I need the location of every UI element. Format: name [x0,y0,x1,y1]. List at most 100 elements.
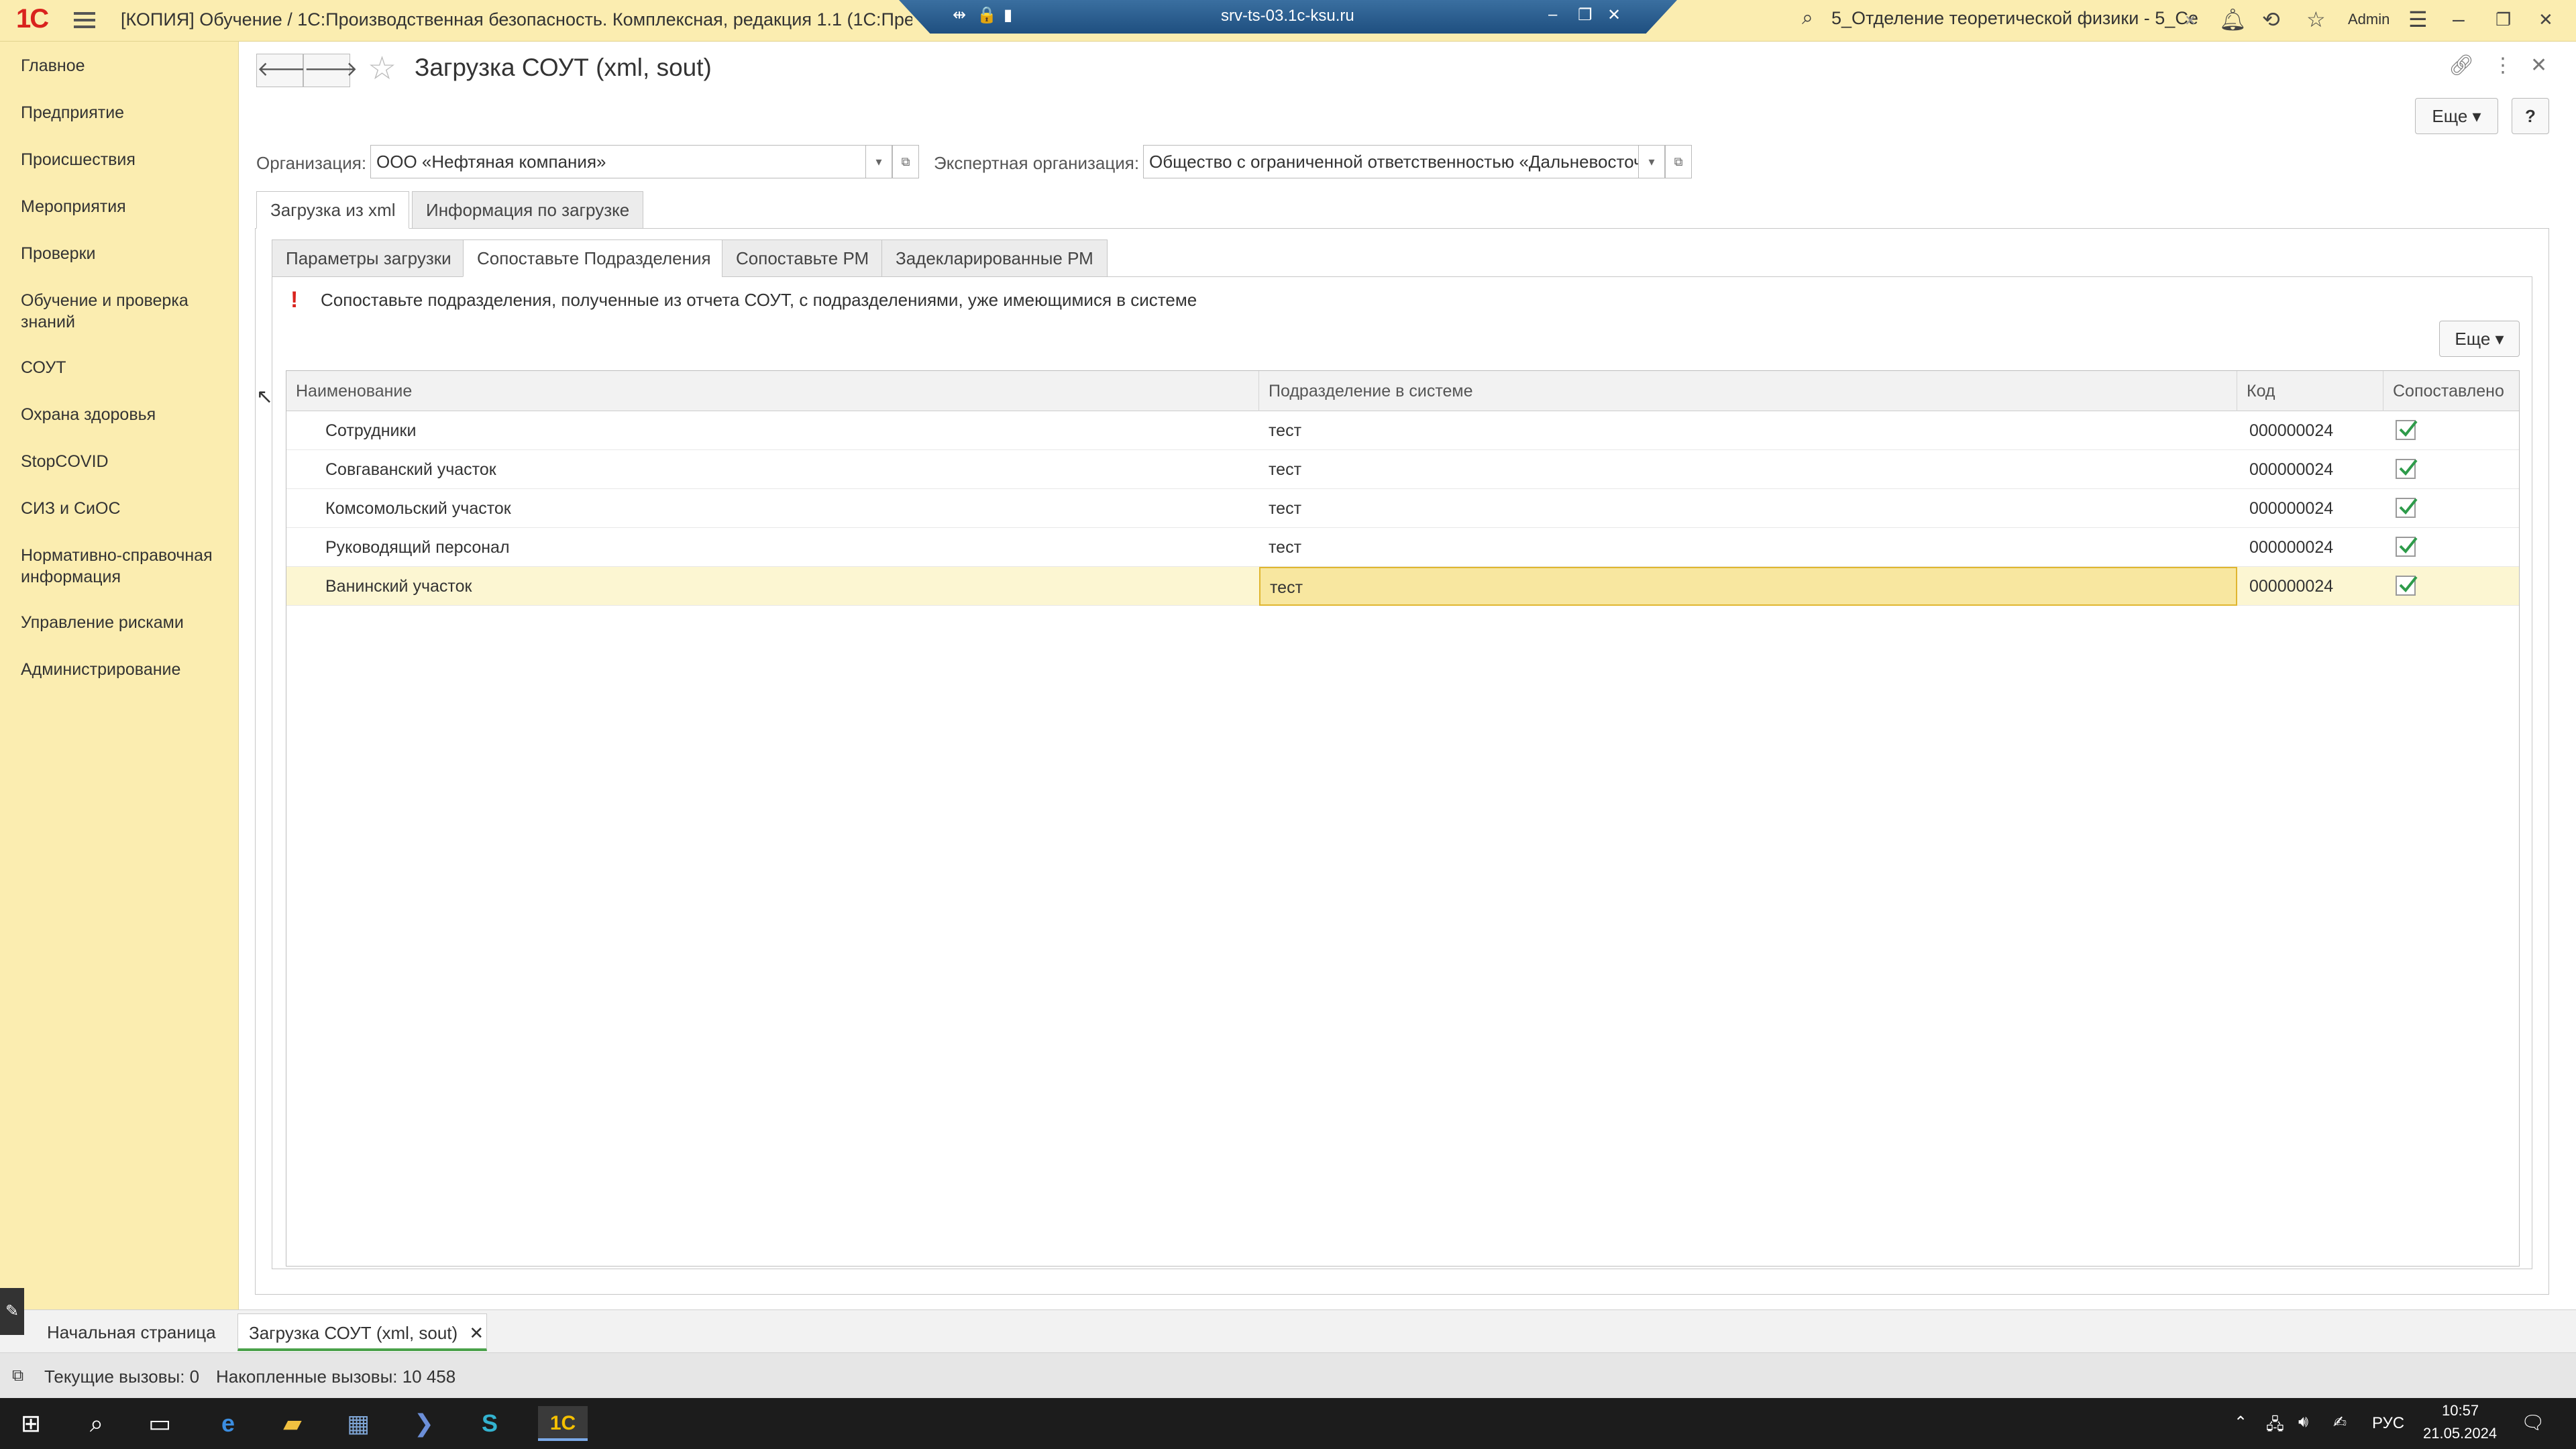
minimize-icon[interactable]: – [1548,5,1557,24]
tab-load-info[interactable]: Информация по загрузке [412,191,644,229]
matched-checkbox[interactable] [2396,420,2418,440]
matched-checkbox[interactable] [2396,459,2418,479]
table-row[interactable]: Комсомольский участок тест 000000024 [286,489,2519,528]
cell-name[interactable]: Сотрудники [325,411,1251,450]
back-button[interactable]: 🡐 [256,54,311,87]
tab-declared-workplaces[interactable]: Задекларированные РМ [881,239,1108,277]
sidebar-item-main[interactable]: Главное [21,55,229,76]
1c-taskbar-icon[interactable]: 1C [538,1406,588,1441]
edit-icon[interactable]: ✎ [0,1288,24,1335]
cell-department[interactable]: тест [1259,528,2237,567]
bottom-tab-close-icon[interactable]: ✕ [469,1323,484,1343]
cell-code[interactable]: 000000024 [2249,450,2377,489]
help-button[interactable]: ? [2512,98,2549,134]
column-header-matched[interactable]: Сопоставлено [2383,371,2519,411]
cell-name[interactable]: Совгаванский участок [325,450,1251,489]
matched-checkbox[interactable] [2396,576,2418,596]
sidebar-item-ppe[interactable]: СИЗ и СиОС [21,498,229,519]
input-language[interactable]: РУС [2372,1414,2404,1433]
org-field[interactable]: ООО «Нефтяная компания» [370,145,867,178]
tab-load-from-xml[interactable]: Загрузка из xml [256,191,410,229]
matched-checkbox[interactable] [2396,498,2418,518]
user-name[interactable]: Admin [2348,11,2390,28]
sidebar-item-training[interactable]: Обучение и проверка знаний [21,290,229,333]
expert-org-field[interactable]: Общество с ограниченной ответственностью… [1143,145,1640,178]
history-icon[interactable]: ⟲ [2262,7,2280,32]
window-minimize-icon[interactable]: – [2453,7,2465,32]
sidebar-item-health[interactable]: Охрана здоровья [21,404,229,425]
cell-name[interactable]: Ванинский участок [325,567,1251,606]
sidebar-item-admin[interactable]: Администрирование [21,659,229,680]
volume-icon[interactable]: 🔊︎ [2298,1413,2308,1432]
bottom-tab-sout-load[interactable]: Загрузка СОУТ (xml, sout) ✕ [237,1313,487,1351]
window-close-icon[interactable]: ✕ [2538,9,2553,30]
cell-department[interactable]: тест [1259,411,2237,450]
org-dropdown-button[interactable]: ▾ [865,145,892,178]
forward-button[interactable]: 🡒 [303,54,358,87]
search-icon[interactable]: ⌕ [1802,7,1813,30]
global-search-input[interactable]: 5_Отделение теоретической физики - 5_Се [1831,8,2207,29]
windows-start-icon[interactable]: ⊞ [13,1406,48,1441]
network-icon[interactable]: 🖧 [2266,1413,2284,1440]
powershell-icon[interactable]: ❯ [407,1406,441,1441]
close-icon[interactable]: ✕ [1607,5,1621,25]
pin-icon[interactable]: ⇹ [953,5,966,25]
cell-department[interactable]: тест [1259,567,2237,606]
server-manager-icon[interactable]: ▦ [341,1406,376,1441]
tab-match-workplaces[interactable]: Сопоставьте РМ [722,239,883,277]
favorite-star-icon[interactable]: ☆ [368,50,396,87]
cell-name[interactable]: Комсомольский участок [325,489,1251,528]
table-row[interactable]: Сотрудники тест 000000024 [286,411,2519,450]
cell-code[interactable]: 000000024 [2249,528,2377,567]
windows-icon[interactable]: ⧉ [12,1366,23,1385]
table-row[interactable]: Ванинский участок тест 000000024 [286,567,2519,606]
matched-checkbox[interactable] [2396,537,2418,557]
clock-date[interactable]: 21.05.2024 [2423,1425,2497,1442]
restore-icon[interactable]: ❐ [1578,5,1593,25]
sidebar-item-risk[interactable]: Управление рисками [21,612,229,633]
window-restore-icon[interactable]: ❐ [2496,9,2511,30]
departments-table[interactable]: Наименование Подразделение в системе Код… [286,370,2520,1267]
cell-code[interactable]: 000000024 [2249,567,2377,606]
cell-department[interactable]: тест [1259,450,2237,489]
sidebar-item-reference[interactable]: Нормативно-справочная информация [21,545,229,588]
notifications-icon[interactable]: 🗨 [2521,1411,2545,1434]
link-icon[interactable]: 🔗︎ [2449,54,2474,77]
bell-icon[interactable]: 🔔︎ [2219,7,2247,32]
sidebar-item-stopcovid[interactable]: StopCOVID [21,451,229,472]
sidebar-item-inspections[interactable]: Проверки [21,243,229,264]
tab-load-params[interactable]: Параметры загрузки [272,239,466,277]
form-close-icon[interactable]: ✕ [2530,54,2547,77]
taskbar-search-icon[interactable]: ⌕ [79,1406,114,1441]
sidebar-item-enterprise[interactable]: Предприятие [21,102,229,123]
cell-name[interactable]: Руководящий персонал [325,528,1251,567]
sidebar-item-incidents[interactable]: Происшествия [21,149,229,170]
expert-org-open-button[interactable]: ⧉ [1665,145,1692,178]
pen-icon[interactable]: ✍ [2333,1413,2347,1432]
table-row[interactable]: Совгаванский участок тест 000000024 [286,450,2519,489]
cell-department[interactable]: тест [1259,489,2237,528]
tab-match-departments[interactable]: Сопоставьте Подразделения [463,239,725,277]
app-s-icon[interactable]: S [472,1406,507,1441]
column-header-code[interactable]: Код [2237,371,2383,411]
cell-code[interactable]: 000000024 [2249,411,2377,450]
file-explorer-icon[interactable]: ▰ [275,1406,310,1441]
org-open-button[interactable]: ⧉ [892,145,919,178]
favorites-star-icon[interactable]: ☆ [2306,7,2326,32]
app-logo[interactable]: 1С [16,4,49,34]
column-header-name[interactable]: Наименование [286,371,1259,411]
column-header-dept[interactable]: Подразделение в системе [1259,371,2237,411]
bottom-tab-home[interactable]: Начальная страница [36,1313,227,1351]
task-view-icon[interactable]: ▭ [142,1406,177,1441]
main-menu-icon[interactable] [74,9,95,30]
clock-time[interactable]: 10:57 [2442,1402,2479,1419]
expert-org-dropdown-button[interactable]: ▾ [1638,145,1665,178]
table-row[interactable]: Руководящий персонал тест 000000024 [286,528,2519,567]
settings-menu-icon[interactable]: ☰ [2408,7,2428,32]
search-clear-icon[interactable]: ✕ [2184,12,2196,30]
table-more-button[interactable]: Еще ▾ [2439,321,2520,357]
form-more-button[interactable]: Еще ▾ [2415,98,2498,134]
tray-expand-icon[interactable]: ⌃ [2234,1413,2247,1432]
sidebar-item-measures[interactable]: Мероприятия [21,196,229,217]
ie-browser-icon[interactable]: e [211,1406,246,1441]
